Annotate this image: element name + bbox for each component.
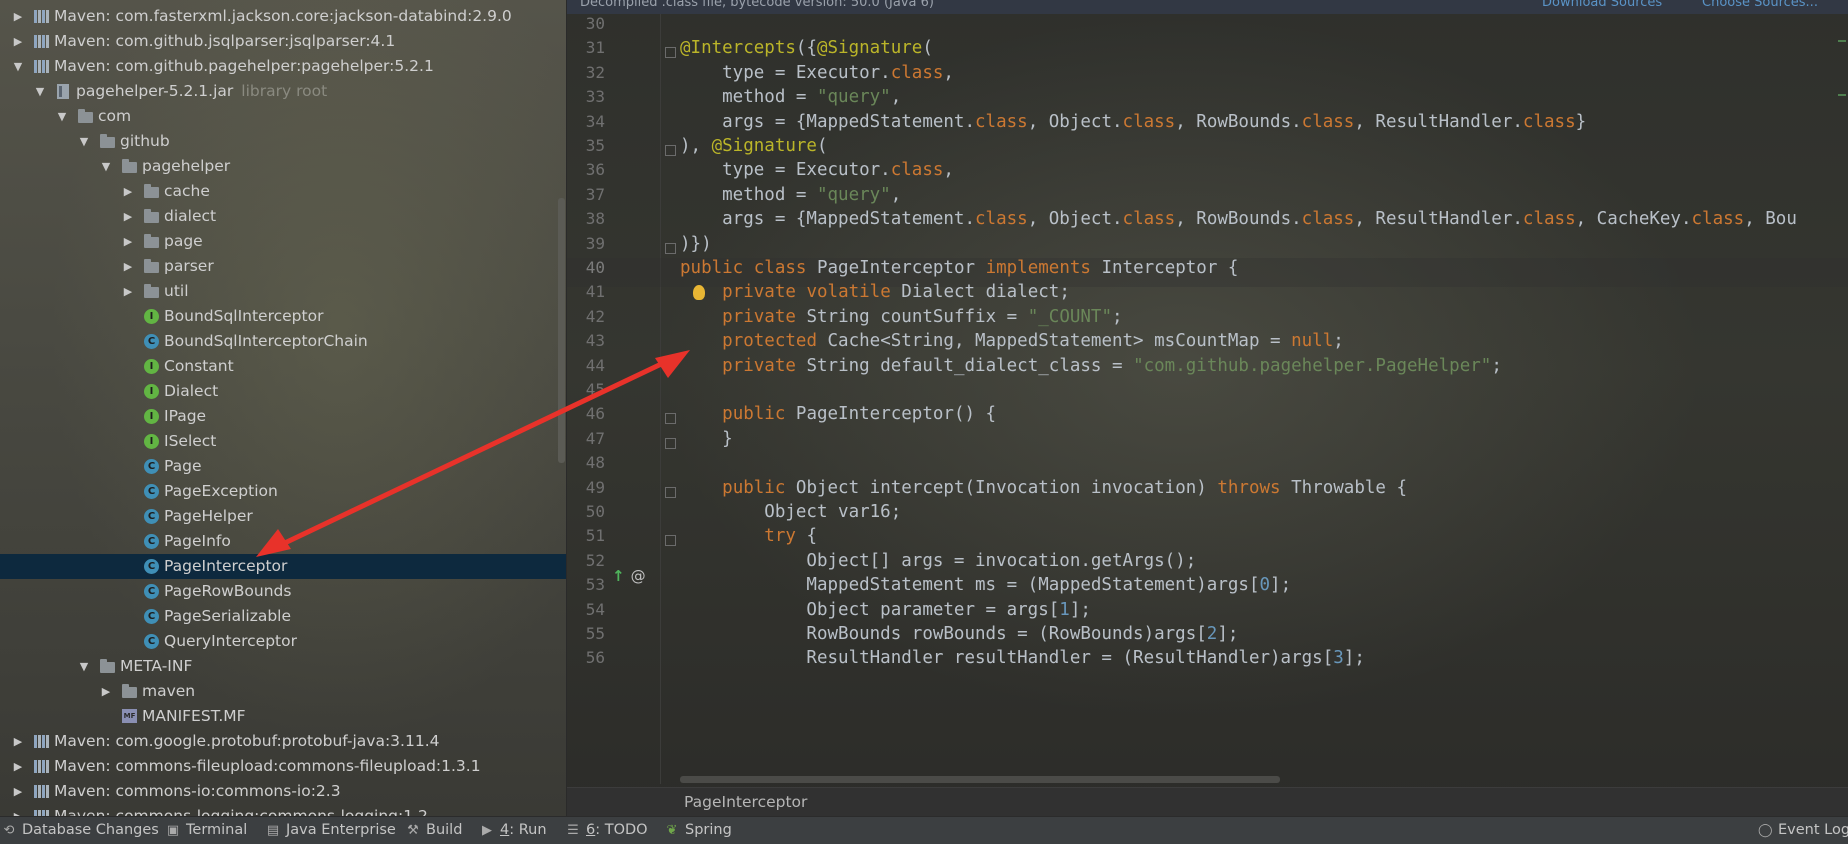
arrow-head-right: [655, 350, 690, 378]
annotation-arrow: [256, 350, 690, 557]
arrow-head-left: [256, 529, 291, 557]
arrow-shaft: [267, 354, 679, 553]
